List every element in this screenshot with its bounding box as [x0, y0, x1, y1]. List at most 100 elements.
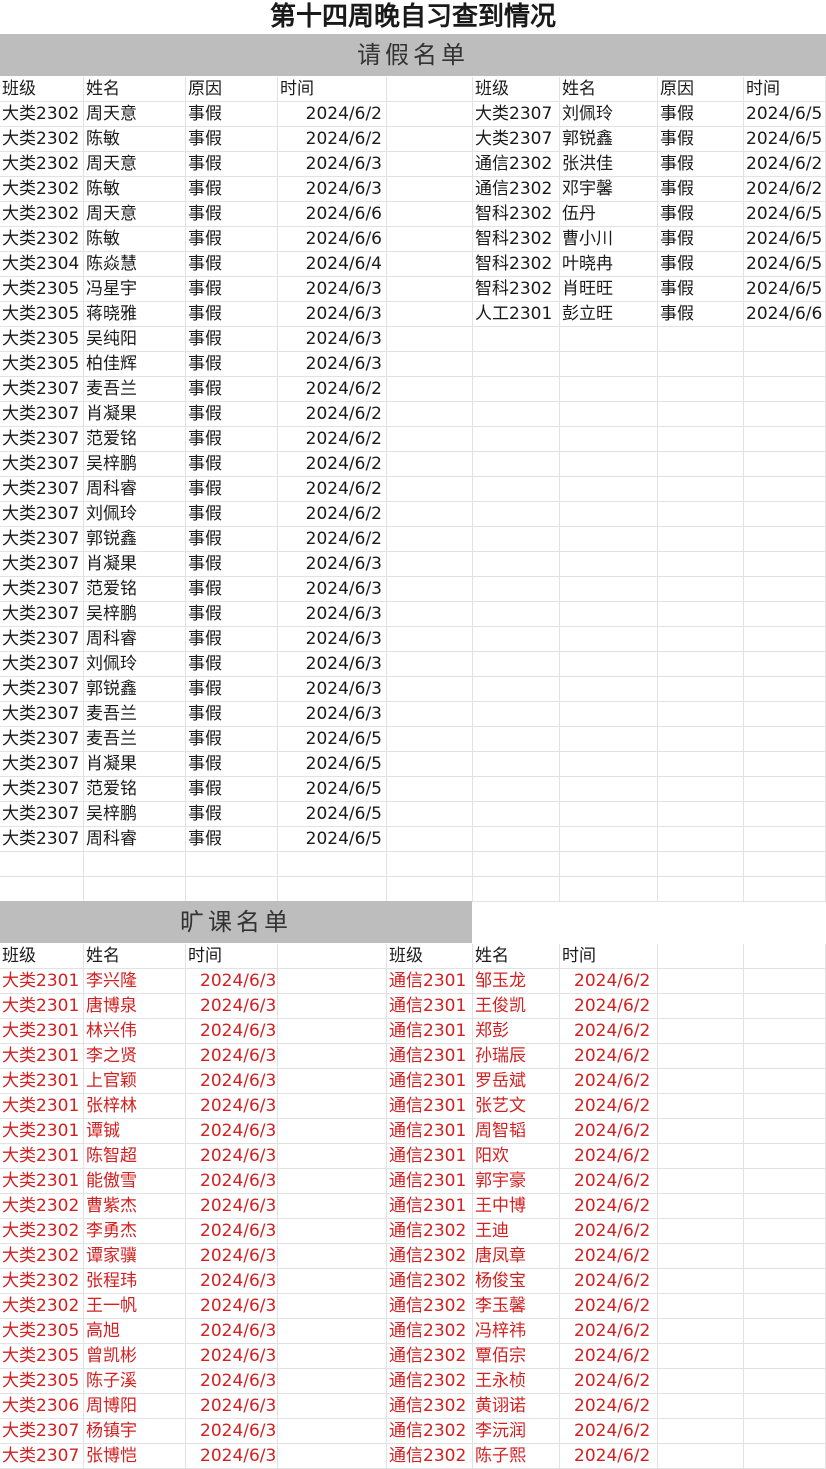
- cell[interactable]: [387, 302, 473, 327]
- cell[interactable]: 人工2301: [473, 302, 560, 327]
- cell[interactable]: 柏佳辉: [84, 352, 186, 377]
- cell[interactable]: [658, 1269, 744, 1294]
- cell[interactable]: [744, 377, 826, 402]
- cell[interactable]: [560, 602, 658, 627]
- cell[interactable]: 事假: [658, 102, 744, 127]
- cell[interactable]: [744, 1319, 826, 1344]
- cell[interactable]: 事假: [186, 402, 278, 427]
- cell[interactable]: 2024/6/3: [186, 1344, 278, 1369]
- cell[interactable]: 彭立旺: [560, 302, 658, 327]
- cell[interactable]: [658, 1244, 744, 1269]
- cell[interactable]: 2024/6/2: [560, 1269, 658, 1294]
- cell[interactable]: [744, 602, 826, 627]
- cell[interactable]: [473, 327, 560, 352]
- cell[interactable]: 2024/6/2: [560, 1219, 658, 1244]
- cell[interactable]: 范爱铭: [84, 777, 186, 802]
- cell[interactable]: [278, 1044, 387, 1069]
- cell[interactable]: 事假: [186, 827, 278, 852]
- cell[interactable]: 大类2302: [0, 202, 84, 227]
- cell[interactable]: 陈敏: [84, 127, 186, 152]
- cell[interactable]: [658, 994, 744, 1019]
- cell[interactable]: 事假: [186, 652, 278, 677]
- cell[interactable]: [278, 1019, 387, 1044]
- cell[interactable]: [744, 1444, 826, 1469]
- cell[interactable]: [744, 327, 826, 352]
- cell[interactable]: 2024/6/3: [186, 1019, 278, 1044]
- cell[interactable]: 麦吾兰: [84, 702, 186, 727]
- cell[interactable]: 2024/6/2: [560, 1069, 658, 1094]
- cell[interactable]: 通信2301: [387, 994, 473, 1019]
- cell[interactable]: 事假: [186, 227, 278, 252]
- cell[interactable]: 通信2302: [387, 1394, 473, 1419]
- cell[interactable]: 事假: [186, 677, 278, 702]
- cell[interactable]: [186, 877, 278, 902]
- cell[interactable]: 大类2307: [0, 477, 84, 502]
- cell[interactable]: [387, 477, 473, 502]
- cell[interactable]: 事假: [186, 527, 278, 552]
- cell[interactable]: 大类2305: [0, 302, 84, 327]
- cell[interactable]: 大类2302: [0, 177, 84, 202]
- cell[interactable]: [560, 452, 658, 477]
- cell[interactable]: [473, 402, 560, 427]
- cell[interactable]: 大类2301: [0, 1169, 84, 1194]
- cell[interactable]: 张艺文: [473, 1094, 560, 1119]
- cell[interactable]: 2024/6/2: [560, 1294, 658, 1319]
- cell[interactable]: 周天意: [84, 152, 186, 177]
- cell[interactable]: 通信2302: [387, 1219, 473, 1244]
- cell[interactable]: [744, 1419, 826, 1444]
- cell[interactable]: [658, 727, 744, 752]
- cell[interactable]: [658, 477, 744, 502]
- cell[interactable]: 高旭: [84, 1319, 186, 1344]
- cell[interactable]: [658, 1419, 744, 1444]
- cell[interactable]: [658, 1294, 744, 1319]
- cell[interactable]: [473, 777, 560, 802]
- cell[interactable]: [387, 427, 473, 452]
- cell[interactable]: 事假: [658, 252, 744, 277]
- cell[interactable]: 2024/6/3: [186, 1194, 278, 1219]
- cell[interactable]: [473, 602, 560, 627]
- cell[interactable]: 2024/6/3: [278, 677, 387, 702]
- cell[interactable]: 王迪: [473, 1219, 560, 1244]
- cell[interactable]: 吴纯阳: [84, 327, 186, 352]
- cell[interactable]: 2024/6/6: [278, 227, 387, 252]
- cell[interactable]: [744, 802, 826, 827]
- cell[interactable]: [658, 1444, 744, 1469]
- cell[interactable]: [387, 752, 473, 777]
- cell[interactable]: [387, 402, 473, 427]
- cell[interactable]: [744, 652, 826, 677]
- cell[interactable]: 大类2305: [0, 1369, 84, 1394]
- cell[interactable]: 大类2307: [0, 677, 84, 702]
- cell[interactable]: [744, 627, 826, 652]
- cell[interactable]: [744, 502, 826, 527]
- cell[interactable]: [473, 852, 560, 877]
- cell[interactable]: 叶晓冉: [560, 252, 658, 277]
- cell[interactable]: 大类2301: [0, 1119, 84, 1144]
- cell[interactable]: [387, 152, 473, 177]
- cell[interactable]: 大类2301: [0, 1019, 84, 1044]
- cell[interactable]: [473, 502, 560, 527]
- cell[interactable]: [744, 1369, 826, 1394]
- cell[interactable]: 2024/6/2: [278, 427, 387, 452]
- cell[interactable]: 2024/6/3: [278, 352, 387, 377]
- cell[interactable]: 肖凝果: [84, 752, 186, 777]
- cell[interactable]: 通信2301: [387, 1069, 473, 1094]
- cell[interactable]: [658, 877, 744, 902]
- cell[interactable]: 孙瑞辰: [473, 1044, 560, 1069]
- cell[interactable]: 大类2301: [0, 1069, 84, 1094]
- cell[interactable]: 杨镇宇: [84, 1419, 186, 1444]
- cell[interactable]: [560, 377, 658, 402]
- cell[interactable]: [744, 577, 826, 602]
- cell[interactable]: [658, 377, 744, 402]
- cell[interactable]: [744, 552, 826, 577]
- cell[interactable]: [744, 702, 826, 727]
- cell[interactable]: 2024/6/3: [186, 1069, 278, 1094]
- cell[interactable]: [560, 702, 658, 727]
- cell[interactable]: 2024/6/2: [278, 377, 387, 402]
- cell[interactable]: 曹小川: [560, 227, 658, 252]
- cell[interactable]: [387, 652, 473, 677]
- cell[interactable]: 郭锐鑫: [84, 677, 186, 702]
- cell[interactable]: [658, 1094, 744, 1119]
- cell[interactable]: 事假: [186, 602, 278, 627]
- cell[interactable]: [658, 1394, 744, 1419]
- cell[interactable]: 2024/6/5: [744, 102, 826, 127]
